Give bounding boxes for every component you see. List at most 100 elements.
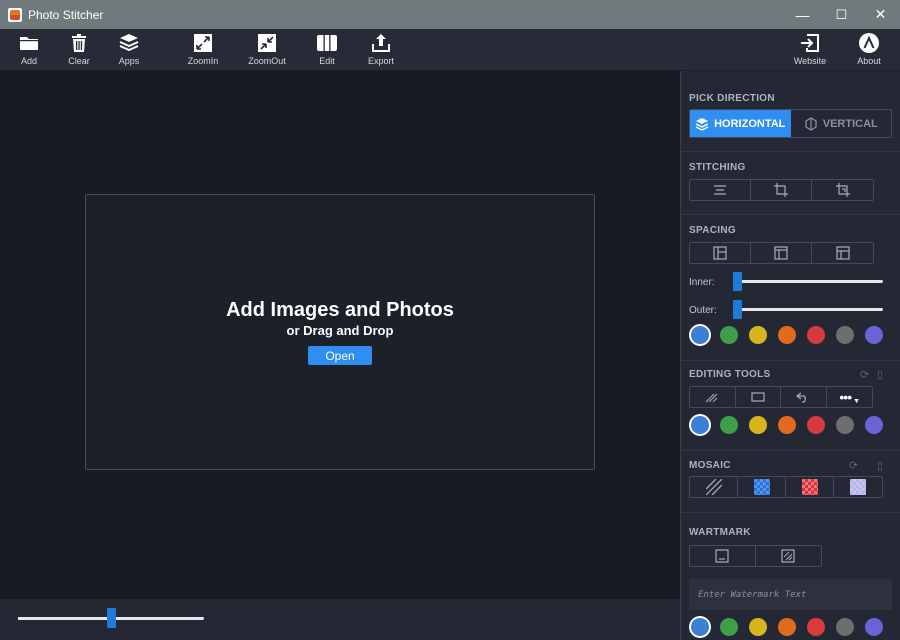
outer-slider-track[interactable]	[733, 300, 883, 319]
folder-icon	[20, 37, 38, 50]
mosaic-hatch-button[interactable]	[690, 477, 738, 497]
drop-zone[interactable]: Add Images and Photos or Drag and Drop O…	[85, 194, 595, 470]
reset-icon[interactable]: ⟳	[860, 368, 869, 381]
more-tools-button[interactable]: ••• ▼	[827, 387, 872, 407]
horizontal-label: HORIZONTAL	[714, 117, 786, 130]
color-swatch[interactable]	[807, 326, 825, 344]
color-swatch[interactable]	[749, 618, 767, 636]
pen-icon	[705, 393, 718, 403]
horizontal-button[interactable]: HORIZONTAL	[690, 110, 791, 137]
color-swatch[interactable]	[865, 326, 883, 344]
undo-tool-button[interactable]	[781, 387, 827, 407]
layers-icon	[695, 117, 709, 131]
color-swatch[interactable]	[749, 326, 767, 344]
color-swatch[interactable]	[720, 326, 738, 344]
mosaic-pastel-button[interactable]	[834, 477, 882, 497]
trash-icon[interactable]: ▯	[877, 459, 883, 472]
clear-button[interactable]: Clear	[51, 32, 107, 66]
zoomin-button[interactable]: ZoomIn	[175, 32, 231, 66]
apps-label: Apps	[118, 56, 140, 66]
rectangle-tool-button[interactable]	[736, 387, 781, 407]
about-label: About	[857, 56, 881, 66]
mosaic-blue-button[interactable]	[738, 477, 786, 497]
reset-icon[interactable]: ⟳	[849, 459, 858, 472]
crop-alt-icon	[835, 183, 850, 197]
mosaic-red-pattern-icon	[801, 479, 818, 495]
vertical-button[interactable]: VERTICAL	[791, 110, 892, 137]
pen-tool-button[interactable]	[690, 387, 736, 407]
stitching-title: STITCHING	[689, 162, 746, 173]
color-swatch[interactable]	[836, 326, 854, 344]
open-button[interactable]: Open	[308, 346, 372, 365]
spacing-color-swatches	[691, 326, 883, 344]
zoom-in-icon	[194, 34, 212, 52]
divider	[681, 151, 900, 152]
color-swatch[interactable]	[691, 326, 709, 344]
hatch-icon	[705, 479, 722, 495]
crop-icon	[774, 183, 788, 197]
color-swatch[interactable]	[749, 416, 767, 434]
color-swatch[interactable]	[720, 618, 738, 636]
color-swatch[interactable]	[865, 618, 883, 636]
edit-button[interactable]: Edit	[299, 32, 355, 66]
export-icon	[372, 34, 390, 52]
trash-icon[interactable]: ▯	[877, 368, 883, 381]
maximize-button[interactable]: ☐	[822, 0, 861, 29]
export-button[interactable]: Export	[353, 32, 409, 66]
zoomout-label: ZoomOut	[248, 56, 286, 66]
mosaic-red-button[interactable]	[786, 477, 834, 497]
minimize-button[interactable]: —	[783, 0, 822, 29]
canvas-area[interactable]: Add Images and Photos or Drag and Drop O…	[0, 71, 680, 599]
signin-icon	[801, 34, 819, 52]
zoom-slider-fill	[18, 617, 107, 620]
mosaic-title: MOSAIC	[689, 460, 731, 471]
outer-slider-thumb[interactable]	[733, 300, 742, 319]
website-button[interactable]: Website	[782, 32, 838, 66]
color-swatch[interactable]	[807, 416, 825, 434]
color-swatch[interactable]	[691, 416, 709, 434]
close-button[interactable]: ✕	[861, 0, 900, 29]
spacing-layout-1-button[interactable]	[690, 243, 751, 263]
color-swatch[interactable]	[807, 618, 825, 636]
stitch-align-button[interactable]	[690, 180, 751, 200]
zoomout-button[interactable]: ZoomOut	[239, 32, 295, 66]
stitch-crop-alt-button[interactable]	[812, 180, 873, 200]
app-logo-icon	[8, 7, 22, 22]
layout-left-icon	[713, 246, 727, 260]
edit-label: Edit	[319, 56, 335, 66]
inner-slider-track[interactable]	[733, 272, 883, 291]
trash-icon	[72, 34, 86, 52]
export-label: Export	[367, 56, 394, 66]
mosaic-pastel-pattern-icon	[850, 479, 866, 495]
spacing-layout-2-button[interactable]	[751, 243, 813, 263]
mosaic-options	[689, 476, 883, 498]
stitching-options	[689, 179, 874, 201]
editing-color-swatches	[691, 416, 883, 434]
watermark-text-button[interactable]	[690, 546, 756, 566]
watermark-hatch-icon	[781, 549, 795, 563]
more-icon: •••	[839, 389, 852, 405]
stitch-crop-button[interactable]	[751, 180, 813, 200]
color-swatch[interactable]	[778, 416, 796, 434]
drop-title: Add Images and Photos	[226, 299, 454, 321]
zoom-slider-thumb[interactable]	[106, 608, 116, 628]
bottom-bar	[0, 599, 680, 640]
color-swatch[interactable]	[778, 618, 796, 636]
color-swatch[interactable]	[865, 416, 883, 434]
zoom-slider-track[interactable]	[18, 608, 204, 628]
color-swatch[interactable]	[691, 618, 709, 636]
divider	[681, 512, 900, 513]
about-button[interactable]: About	[841, 32, 897, 66]
color-swatch[interactable]	[778, 326, 796, 344]
color-swatch[interactable]	[720, 416, 738, 434]
apps-button[interactable]: Apps	[101, 32, 157, 66]
color-swatch[interactable]	[836, 618, 854, 636]
watermark-pattern-button[interactable]	[756, 546, 822, 566]
add-button[interactable]: Add	[1, 32, 57, 66]
spacing-layout-3-button[interactable]	[812, 243, 873, 263]
color-swatch[interactable]	[836, 416, 854, 434]
window-controls: — ☐ ✕	[783, 0, 900, 29]
inner-slider-thumb[interactable]	[733, 272, 742, 291]
add-label: Add	[20, 56, 37, 66]
watermark-text-input[interactable]	[689, 579, 892, 610]
